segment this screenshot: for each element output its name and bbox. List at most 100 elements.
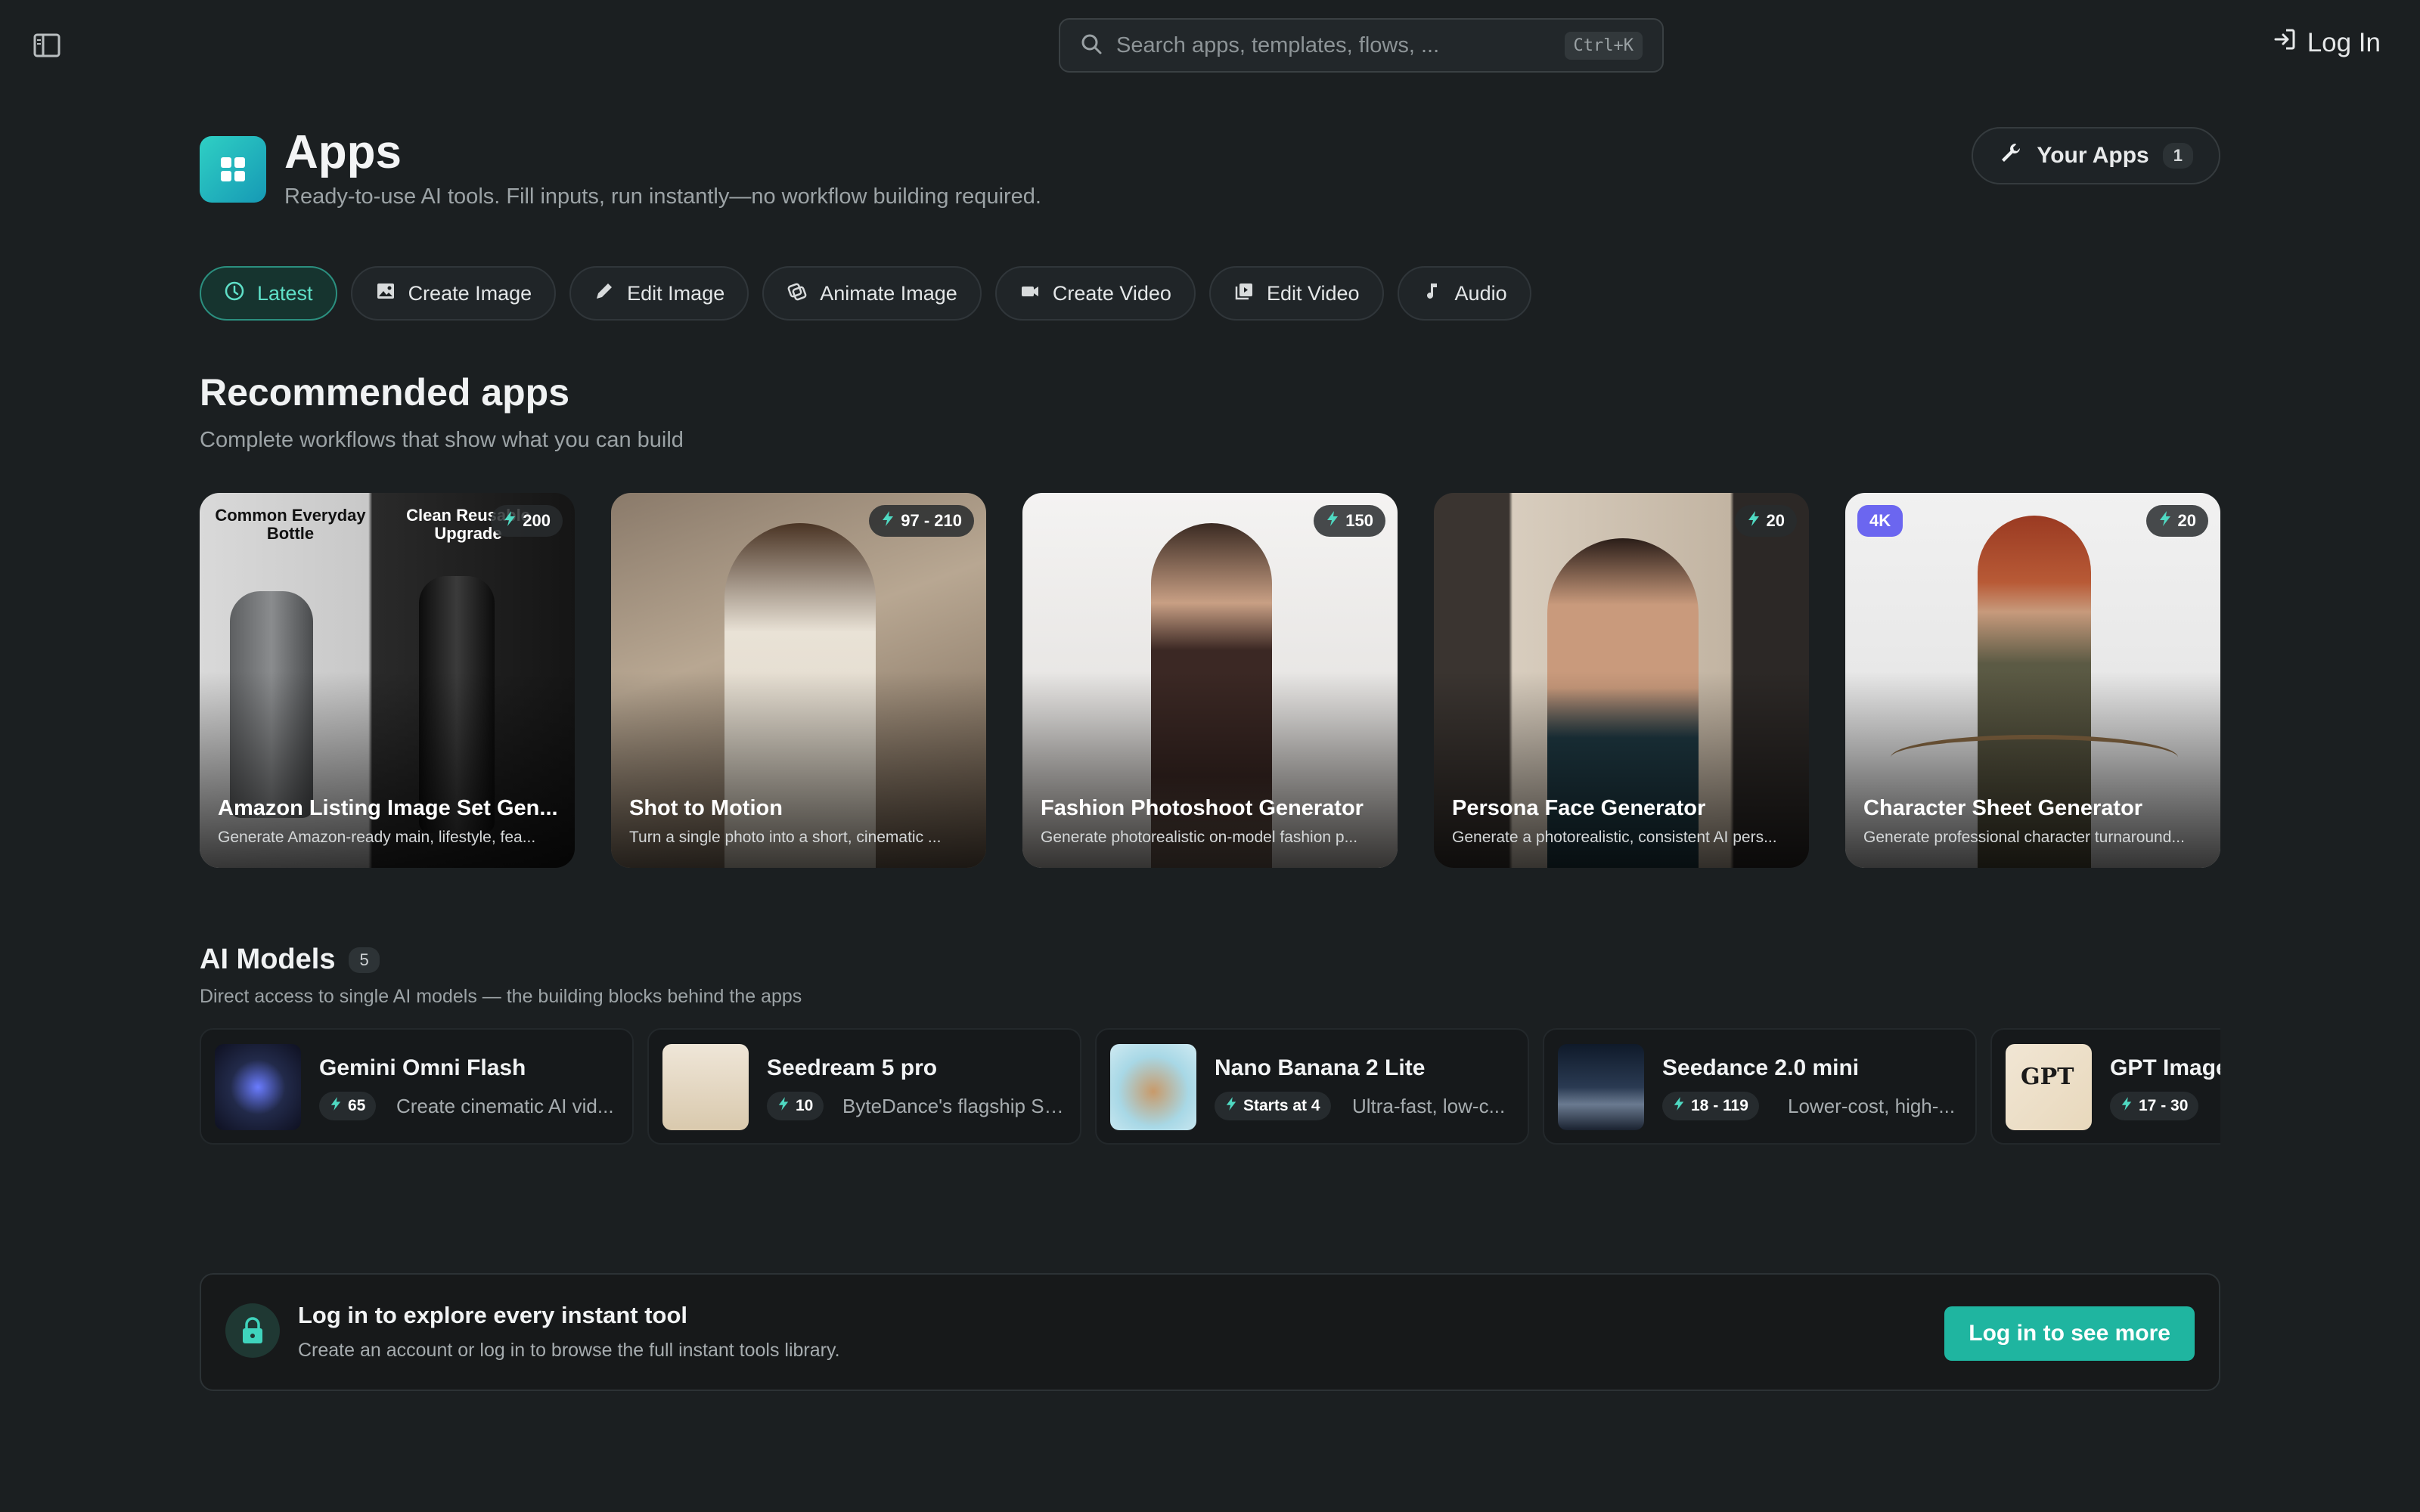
- tab-label: Edit Video: [1266, 281, 1360, 305]
- bolt-icon: [503, 510, 517, 531]
- model-description: ByteDance's flagship Se...: [842, 1095, 1069, 1117]
- card-description: Generate photorealistic on-model fashion…: [1041, 829, 1358, 846]
- cost-value: 20: [1766, 511, 1785, 530]
- bolt-icon: [1326, 510, 1339, 531]
- card-title: Character Sheet Generator: [1863, 796, 2143, 820]
- cost-badge: 150: [1314, 505, 1385, 537]
- search-input[interactable]: Search apps, templates, flows, ... Ctrl+…: [1059, 18, 1664, 73]
- card-description: Generate a photorealistic, consistent AI…: [1452, 829, 1777, 846]
- tab-label: Create Image: [408, 281, 532, 305]
- login-to-see-more-button[interactable]: Log in to see more: [1944, 1306, 2195, 1361]
- resolution-badge: 4K: [1857, 505, 1903, 537]
- tab-label: Audio: [1454, 281, 1507, 305]
- search-icon: [1080, 33, 1103, 59]
- app-card-persona-face[interactable]: 20 Persona Face Generator Generate a pho…: [1434, 493, 1809, 868]
- apps-grid-icon: [200, 136, 266, 203]
- clock-icon: [224, 280, 245, 307]
- model-thumbnail: [1558, 1044, 1644, 1130]
- model-name: GPT Image: [2110, 1055, 2220, 1080]
- cost-value: Starts at 4: [1243, 1097, 1320, 1114]
- model-cost-badge: 17 - 30: [2110, 1092, 2199, 1120]
- models-count: 5: [349, 947, 380, 973]
- model-description: Create cinematic AI vid...: [396, 1095, 614, 1117]
- page-subtitle: Ready-to-use AI tools. Fill inputs, run …: [284, 184, 1041, 209]
- cost-value: 150: [1345, 511, 1373, 530]
- cost-value: 10: [796, 1097, 814, 1114]
- model-cost-badge: 10: [767, 1092, 824, 1120]
- cost-value: 20: [2177, 511, 2196, 530]
- tab-label: Animate Image: [820, 281, 957, 305]
- app-card-character-sheet[interactable]: 4K 20 Character Sheet Generator Generate…: [1845, 493, 2220, 868]
- recommended-subtitle: Complete workflows that show what you ca…: [200, 428, 684, 452]
- app-card-shot-to-motion[interactable]: 97 - 210 Shot to Motion Turn a single ph…: [611, 493, 986, 868]
- model-name: Seedream 5 pro: [767, 1055, 938, 1080]
- tab-edit-image[interactable]: Edit Image: [569, 266, 749, 321]
- model-description: Lower-cost, high-...: [1788, 1095, 1956, 1117]
- cost-value: 17 - 30: [2139, 1097, 2189, 1114]
- search-placeholder: Search apps, templates, flows, ...: [1116, 33, 1440, 57]
- model-cost-badge: 65: [319, 1092, 377, 1120]
- bolt-icon: [2121, 1096, 2133, 1116]
- card-title: Shot to Motion: [629, 796, 783, 820]
- tab-create-video[interactable]: Create Video: [994, 266, 1196, 321]
- model-cost-badge: Starts at 4: [1215, 1092, 1331, 1120]
- bolt-icon: [1673, 1096, 1685, 1116]
- bolt-icon: [1225, 1096, 1237, 1116]
- top-bar: Search apps, templates, flows, ... Ctrl+…: [0, 0, 2420, 91]
- login-label: Log In: [2307, 27, 2381, 57]
- cost-value: 65: [348, 1097, 366, 1114]
- models-header: AI Models 5: [200, 943, 380, 976]
- card-title: Fashion Photoshoot Generator: [1041, 796, 1364, 820]
- model-card-nano-banana-2-lite[interactable]: Nano Banana 2 Lite Starts at 4 Ultra-fas…: [1095, 1028, 1529, 1145]
- page-title: Apps: [284, 126, 402, 178]
- recommended-title: Recommended apps: [200, 371, 570, 414]
- your-apps-label: Your Apps: [2037, 143, 2149, 168]
- bolt-icon: [330, 1096, 342, 1116]
- tab-create-image[interactable]: Create Image: [350, 266, 557, 321]
- app-card-fashion-photoshoot[interactable]: 150 Fashion Photoshoot Generator Generat…: [1022, 493, 1398, 868]
- cost-value: 200: [523, 511, 551, 530]
- model-thumbnail: [1110, 1044, 1196, 1130]
- tab-latest[interactable]: Latest: [200, 266, 337, 321]
- login-link[interactable]: Log In: [2273, 27, 2381, 58]
- models-list: Gemini Omni Flash 65 Create cinematic AI…: [200, 1028, 2220, 1145]
- tab-animate-image[interactable]: Animate Image: [762, 266, 982, 321]
- model-cost-badge: 18 - 119: [1662, 1092, 1759, 1120]
- model-card-gemini-omni-flash[interactable]: Gemini Omni Flash 65 Create cinematic AI…: [200, 1028, 634, 1145]
- pencil-icon: [594, 280, 615, 307]
- tab-edit-video[interactable]: Edit Video: [1208, 266, 1384, 321]
- tab-audio[interactable]: Audio: [1397, 266, 1531, 321]
- models-subtitle: Direct access to single AI models — the …: [200, 986, 802, 1007]
- model-thumbnail: GPT: [2006, 1044, 2092, 1130]
- bolt-icon: [881, 510, 895, 531]
- login-prompt-banner: Log in to explore every instant tool Cre…: [200, 1273, 2220, 1391]
- sidebar-toggle-icon[interactable]: [32, 30, 62, 60]
- tab-label: Latest: [257, 281, 313, 305]
- login-icon: [2273, 27, 2297, 58]
- card-title: Amazon Listing Image Set Gen...: [218, 796, 558, 820]
- models-title: AI Models: [200, 943, 336, 975]
- search-shortcut: Ctrl+K: [1564, 31, 1643, 60]
- cost-badge: 20: [2145, 505, 2208, 537]
- model-card-gpt-image[interactable]: GPT GPT Image 17 - 30: [1990, 1028, 2220, 1145]
- login-prompt-title: Log in to explore every instant tool: [298, 1302, 688, 1328]
- model-name: Seedance 2.0 mini: [1662, 1055, 1860, 1080]
- card-description: Generate Amazon-ready main, lifestyle, f…: [218, 829, 536, 846]
- card-title: Persona Face Generator: [1452, 796, 1706, 820]
- cost-badge: 97 - 210: [869, 505, 974, 537]
- card-description: Turn a single photo into a short, cinema…: [629, 829, 942, 846]
- recommended-cards: Common Everyday Bottle Clean Reusable Up…: [200, 493, 2220, 868]
- tab-label: Create Video: [1052, 281, 1171, 305]
- model-name: Nano Banana 2 Lite: [1215, 1055, 1426, 1080]
- cost-value: 97 - 210: [901, 511, 962, 530]
- your-apps-button[interactable]: Your Apps 1: [1972, 127, 2220, 184]
- model-thumbnail: [215, 1044, 301, 1130]
- animate-icon: [786, 280, 808, 307]
- cost-badge: 20: [1734, 505, 1797, 537]
- lock-icon: [225, 1303, 280, 1358]
- app-card-amazon-listing[interactable]: Common Everyday Bottle Clean Reusable Up…: [200, 493, 575, 868]
- page-header: Apps Ready-to-use AI tools. Fill inputs,…: [200, 125, 2220, 216]
- model-card-seedance-2-mini[interactable]: Seedance 2.0 mini 18 - 119 Lower-cost, h…: [1543, 1028, 1977, 1145]
- model-card-seedream-5-pro[interactable]: Seedream 5 pro 10 ByteDance's flagship S…: [647, 1028, 1081, 1145]
- bolt-icon: [2158, 510, 2172, 531]
